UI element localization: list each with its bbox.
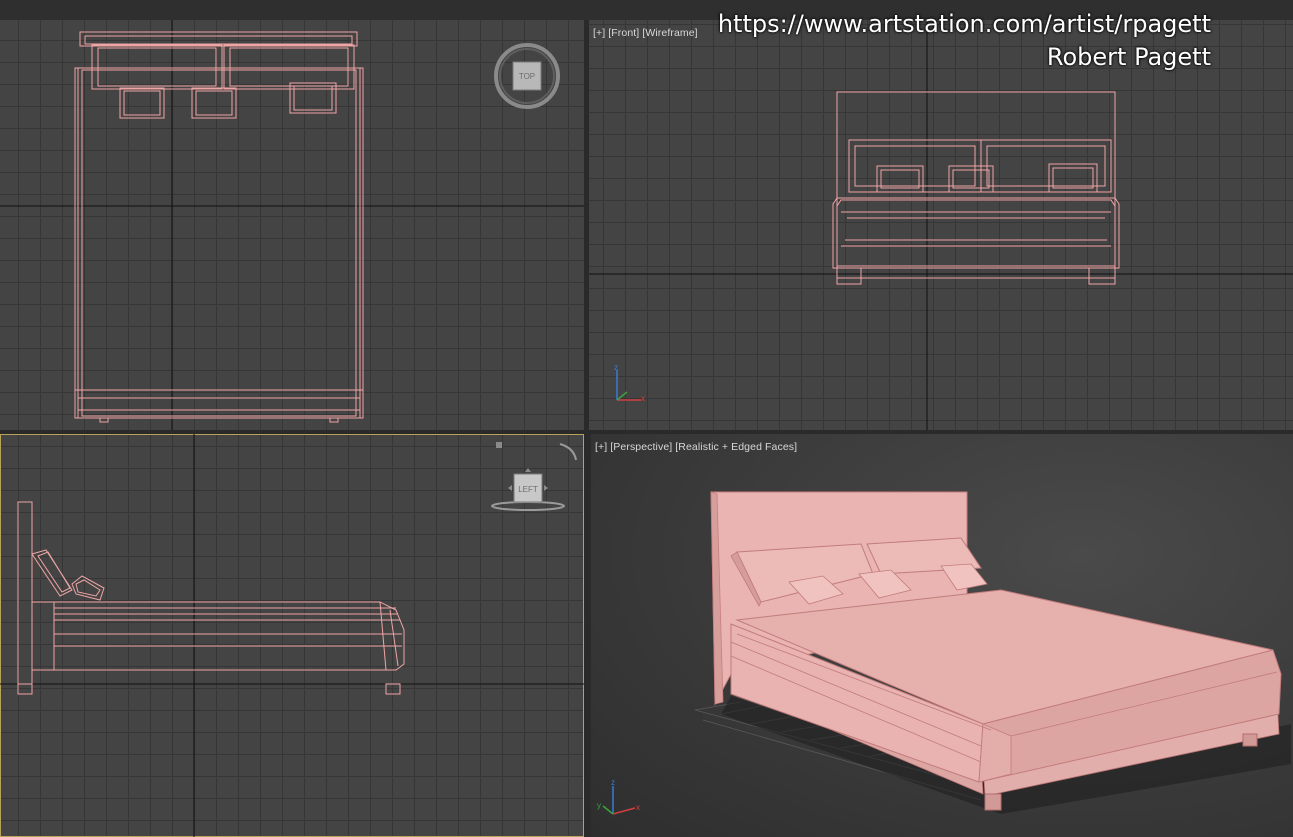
viewport-left[interactable]: LEFT bbox=[0, 434, 584, 837]
viewcube-top-label: TOP bbox=[519, 72, 535, 81]
axis-z-label: z bbox=[614, 363, 618, 372]
watermark-author: Robert Pagett bbox=[1046, 43, 1211, 71]
bed-render: z x y bbox=[597, 491, 1291, 815]
viewcube-top[interactable]: TOP bbox=[490, 42, 564, 116]
axis-tripod-perspective: z x y bbox=[597, 778, 640, 815]
viewport-top[interactable]: TOP bbox=[0, 20, 584, 430]
axis-tripod-front: z x bbox=[614, 363, 645, 403]
viewport-front[interactable]: [+] [Front] [Wireframe] z x bbox=[589, 20, 1293, 430]
front-wireframe: z x bbox=[589, 20, 1293, 430]
viewcube-left[interactable]: LEFT bbox=[486, 436, 582, 520]
axis-x-label: x bbox=[641, 394, 645, 403]
viewport-splitter-horizontal[interactable] bbox=[0, 430, 1293, 434]
axis-y-label: y bbox=[597, 801, 601, 810]
viewcube-left-label: LEFT bbox=[518, 485, 538, 494]
axis-x-label: x bbox=[636, 803, 640, 812]
viewport-perspective[interactable]: [+] [Perspective] [Realistic + Edged Faces… bbox=[591, 434, 1293, 837]
watermark: https://www.artstation.com/artist/rpaget… bbox=[718, 8, 1211, 74]
axis-z-label: z bbox=[611, 778, 615, 787]
viewport-splitter-vertical[interactable] bbox=[584, 20, 589, 837]
watermark-url: https://www.artstation.com/artist/rpaget… bbox=[717, 10, 1211, 38]
